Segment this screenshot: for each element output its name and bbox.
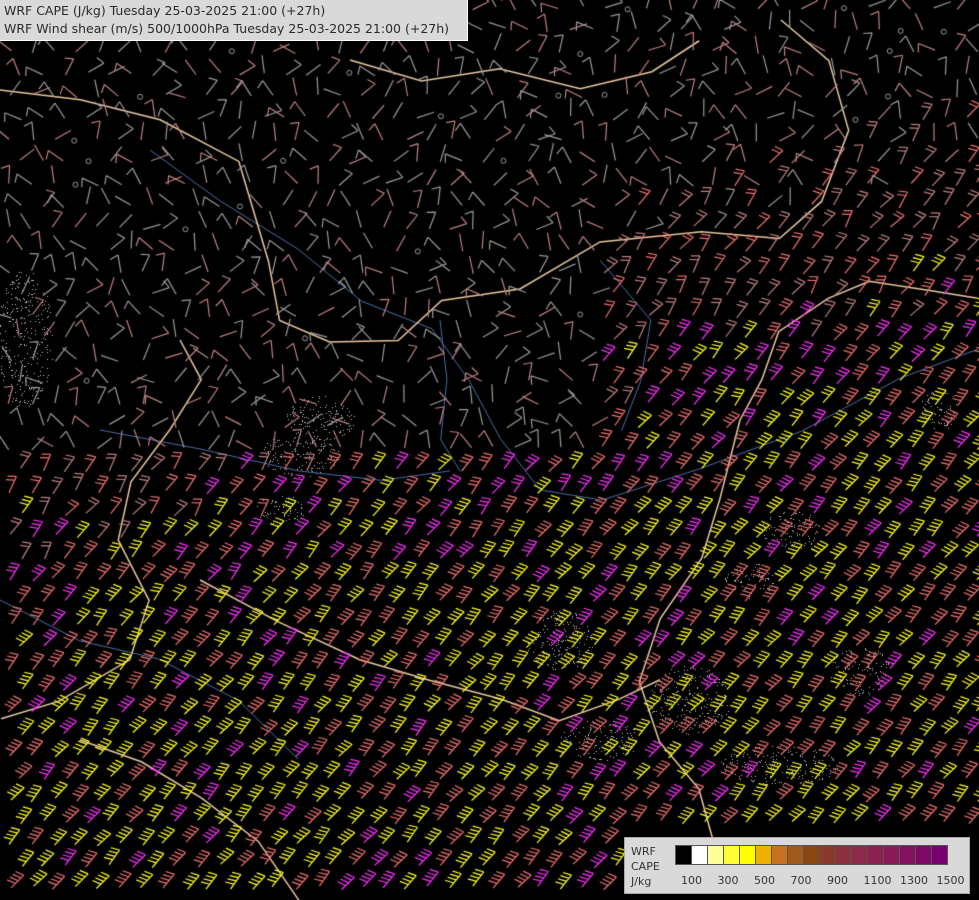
legend-tick-label: 900 bbox=[827, 874, 848, 887]
cape-legend: WRF CAPE J/kg 100 300 500 700 900 1100 1300 150… bbox=[624, 837, 970, 894]
legend-tick-label: 100 bbox=[681, 874, 702, 887]
legend-ticks: 100 300 500 700 900 1100 1300 1500 bbox=[681, 874, 971, 888]
legend-tick-label: 300 bbox=[717, 874, 739, 887]
map-title-box: WRF CAPE (J/kg) Tuesday 25-03-2025 21:00… bbox=[0, 0, 468, 41]
legend-swatch bbox=[787, 845, 804, 865]
legend-swatch bbox=[835, 845, 852, 865]
wind-shear-map bbox=[0, 0, 979, 900]
wind-shear-title: WRF Wind shear (m/s) 500/1000hPa Tuesday… bbox=[4, 21, 450, 36]
legend-swatch bbox=[931, 845, 948, 865]
legend-unit: J/kg bbox=[631, 875, 652, 888]
cape-title: WRF CAPE (J/kg) Tuesday 25-03-2025 21:00… bbox=[4, 3, 326, 18]
legend-swatch bbox=[755, 845, 772, 865]
legend-tick-label: 700 bbox=[790, 874, 812, 887]
legend-swatch bbox=[771, 845, 788, 865]
legend-swatches bbox=[675, 845, 948, 865]
legend-swatch bbox=[915, 845, 932, 865]
legend-tick-label: 1100 bbox=[863, 874, 892, 887]
legend-swatch bbox=[883, 845, 900, 865]
legend-swatch bbox=[739, 845, 756, 865]
legend-tick-label: 1500 bbox=[936, 874, 965, 887]
legend-swatch bbox=[899, 845, 916, 865]
legend-swatch bbox=[707, 845, 724, 865]
legend-tick-label: 500 bbox=[754, 874, 775, 887]
legend-swatch bbox=[691, 845, 708, 865]
legend-labels: WRF CAPE J/kg bbox=[631, 844, 660, 889]
legend-swatch bbox=[867, 845, 884, 865]
legend-swatch bbox=[819, 845, 836, 865]
legend-model: WRF bbox=[631, 845, 656, 858]
legend-swatch bbox=[675, 845, 692, 865]
legend-swatch bbox=[851, 845, 868, 865]
legend-swatch bbox=[723, 845, 740, 865]
legend-variable: CAPE bbox=[631, 860, 660, 873]
legend-swatch bbox=[803, 845, 820, 865]
legend-tick-label: 1300 bbox=[900, 874, 928, 887]
